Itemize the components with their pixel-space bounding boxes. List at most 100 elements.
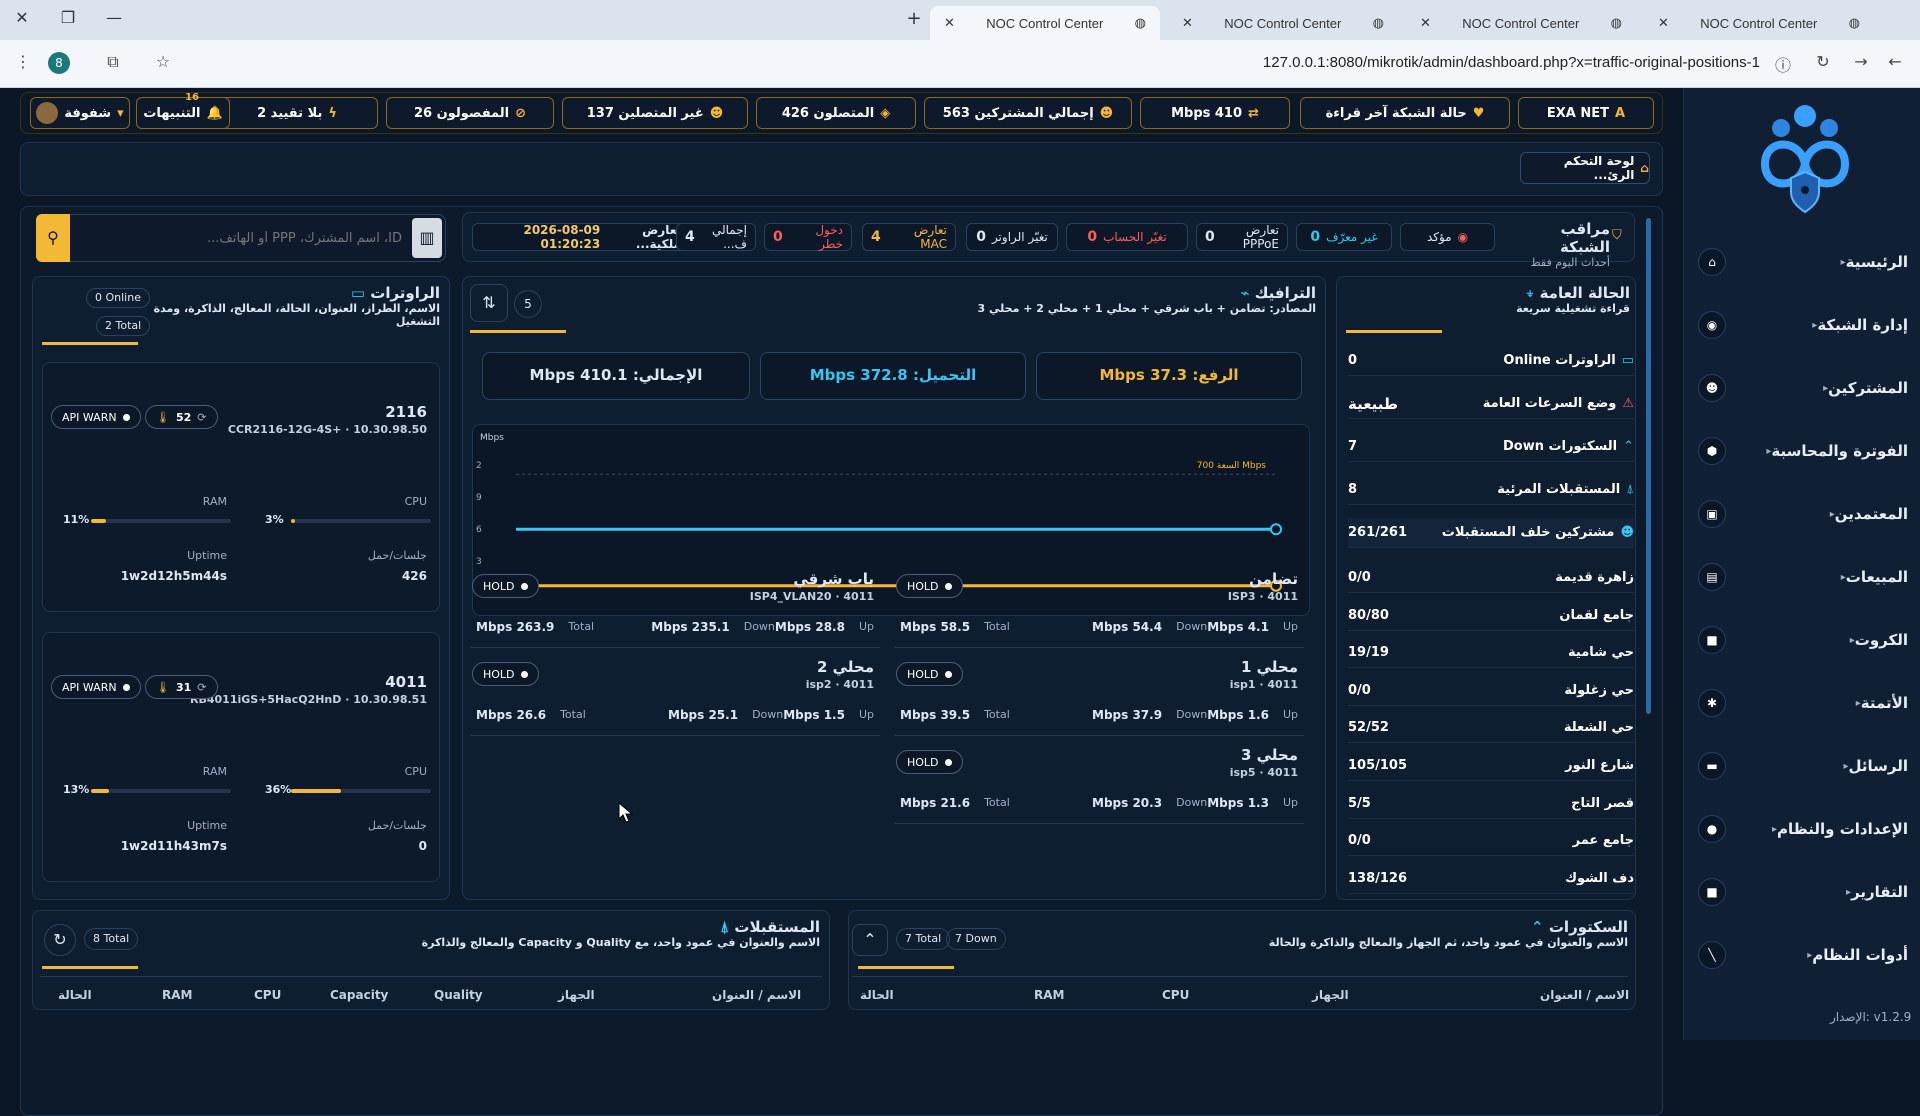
content-scrollbar[interactable] — [1646, 218, 1651, 714]
monitor-stat-chip[interactable]: تغيّر الحساب 0 — [1066, 223, 1188, 251]
monitor-confirmed-chip[interactable]: ◉ مؤكد — [1400, 223, 1495, 251]
sectors-column-header[interactable]: الجهاز — [1312, 988, 1349, 1002]
sidebar-item[interactable]: إدارة الشبكة ▸ ◉ — [1698, 305, 1908, 345]
monitor-stat-chip[interactable]: تعارض MAC 4 — [862, 223, 956, 251]
browser-tab-active[interactable]: ✕ NOC Control Center ◍ — [930, 6, 1160, 40]
uptime-label: Uptime — [187, 819, 227, 832]
last-event-chip[interactable]: تعارض ملكية... 2026-08-09 01:20:23 — [472, 223, 690, 251]
extension-badge[interactable]: 8 — [48, 52, 70, 74]
sidebar-item[interactable]: الرسائل ▸ ▬ — [1698, 746, 1908, 786]
search-icon[interactable]: ⚲ — [36, 214, 70, 262]
sidebar-item[interactable]: المشتركين ▸ ☻ — [1698, 368, 1908, 408]
sidebar-item[interactable]: الرئيسية ▸ ⌂ — [1698, 242, 1908, 282]
upload-label: الرفع: — [1192, 366, 1239, 384]
browser-tab[interactable]: ✕ NOC Control Center ◍ — [1168, 6, 1398, 40]
topbar-pill[interactable]: ◈ المتصلون 426 — [756, 97, 916, 129]
sector-icon: ⌃ — [1531, 918, 1544, 936]
sidebar-item[interactable]: المعتمدين ▸ ▣ — [1698, 494, 1908, 534]
router-card[interactable]: 4011 RB4011iGS+5HacQ2HnD · 10.30.98.51 API… — [42, 632, 440, 882]
traffic-source-card[interactable]: محلي 1 isp1 · 4011 HOLD Up 1.6 Mbps Down 37.9 … — [894, 656, 1304, 736]
restore-window-icon[interactable]: ❐ — [56, 8, 80, 27]
sort-toggle-icon[interactable]: ⇅ — [470, 284, 508, 322]
source-sub: isp2 · 4011 — [805, 678, 874, 691]
sectors-column-header[interactable]: الحالة — [860, 988, 894, 1002]
sidebar-item[interactable]: التقارير ▸ ■ — [1698, 872, 1908, 912]
browser-tab[interactable]: ✕ NOC Control Center ◍ — [1406, 6, 1636, 40]
sidebar-item[interactable]: أدوات النظام ▸ ╲ — [1698, 935, 1908, 975]
search-input[interactable] — [72, 218, 402, 258]
sectors-desc: الاسم والعنوان في عمود واحد، ثم الجهاز و… — [1268, 936, 1628, 949]
topbar-pill[interactable]: ϟ بلا تقييد 2 — [216, 97, 378, 129]
router-card[interactable]: 2116 CCR2116-12G-4S+ · 10.30.98.50 API WAR… — [42, 362, 440, 612]
sectors-column-header[interactable]: الاسم / العنوان — [1540, 988, 1629, 1002]
new-tab-icon[interactable]: + — [902, 8, 926, 29]
topbar-pill[interactable]: 🔔 التنبيهات 16 — [136, 92, 230, 129]
monitor-stat-chip[interactable]: إجمالي ف... 4 — [676, 223, 756, 251]
monitor-chip-value: 0 — [1205, 229, 1215, 245]
traffic-source-card[interactable]: باب شرقي ISP4_VLAN20 · 4011 HOLD Up 28.8 Mbp… — [470, 568, 880, 648]
general-row-icon: ⌃ — [1623, 439, 1634, 454]
monitor-stat-chip[interactable]: تعارض PPPoE 0 — [1196, 223, 1288, 251]
receivers-column-header[interactable]: Quality — [434, 988, 483, 1002]
sidebar-item[interactable]: الإعدادات والنظام ▸ ● — [1698, 809, 1908, 849]
monitor-stat-chip[interactable]: غير معرّف 0 — [1296, 223, 1392, 251]
minimize-window-icon[interactable]: — — [102, 8, 126, 27]
topbar-pill[interactable]: ▾ شفوفة — [30, 97, 130, 129]
forward-icon[interactable]: → — [1850, 52, 1872, 71]
sectors-column-header[interactable]: CPU — [1162, 988, 1189, 1002]
topbar-pill[interactable]: ☻ إجمالي المشتركين 563 — [924, 97, 1132, 129]
traffic-source-card[interactable]: تضامن ISP3 · 4011 HOLD Up 4.1 Mbps Down 54.4 M… — [894, 568, 1304, 648]
menu-kebab-icon[interactable]: ⋮ — [12, 52, 34, 71]
close-window-icon[interactable]: ✕ — [10, 8, 34, 27]
total-rate-value: 26.6 Mbps — [476, 708, 547, 722]
receivers-column-header[interactable]: الاسم / العنوان — [712, 988, 801, 1002]
source-sub: isp5 · 4011 — [1229, 766, 1298, 779]
close-tab-icon[interactable]: ✕ — [1182, 15, 1193, 31]
general-row-label: جامع لقمان — [1559, 607, 1634, 623]
sessions-label: جلسات/حمل — [367, 819, 427, 832]
sidebar-item[interactable]: الفوترة والمحاسبة ▸ ⬢ — [1698, 431, 1908, 471]
general-row-icon: ☻ — [1620, 525, 1634, 540]
topbar-pill[interactable]: ♥ حالة الشبكة آخر قراءة — [1300, 97, 1510, 129]
monitor-chip-value: 4 — [871, 229, 881, 245]
browser-tab[interactable]: ✕ NOC Control Center ◍ — [1644, 6, 1874, 40]
close-tab-icon[interactable]: ✕ — [944, 15, 955, 31]
sectors-column-header[interactable]: RAM — [1034, 988, 1064, 1002]
receivers-column-header[interactable]: CPU — [254, 988, 281, 1002]
site-info-icon[interactable]: ⓘ — [1772, 52, 1794, 76]
sidebar-item[interactable]: الأتمتة ▸ ✱ — [1698, 683, 1908, 723]
close-tab-icon[interactable]: ✕ — [1658, 15, 1669, 31]
barcode-scan-icon[interactable]: ▥ — [412, 218, 442, 258]
receivers-column-header[interactable]: الجهاز — [558, 988, 595, 1002]
monitor-stat-chip[interactable]: دخول خطر 0 — [764, 223, 852, 251]
traffic-source-card[interactable]: محلي 2 isp2 · 4011 HOLD Up 1.5 Mbps Down 25.1 … — [470, 656, 880, 736]
topbar-label: شفوفة — [64, 105, 112, 121]
monitor-stat-chip[interactable]: تغيّر الراوتر 0 — [966, 223, 1058, 251]
sectors-collapse-icon[interactable]: ⌃ — [852, 924, 888, 956]
topbar-pill[interactable]: ☻ غير المتصلين 137 — [562, 97, 748, 129]
refresh-icon[interactable]: ↻ — [44, 924, 76, 956]
topbar-pill[interactable]: ⇄ Mbps 410 — [1140, 97, 1290, 129]
back-icon[interactable]: ← — [1884, 52, 1906, 71]
caret-icon: ▸ — [1807, 949, 1813, 961]
bookmark-star-icon[interactable]: ☆ — [152, 52, 174, 71]
receivers-column-header[interactable]: الحالة — [58, 988, 92, 1002]
topbar-pill[interactable]: A EXA NET — [1518, 97, 1654, 129]
dashboard-home-chip[interactable]: ⌂ لوحة التحكم الرئ... — [1520, 152, 1650, 184]
sidebar-item[interactable]: المبيعات ▸ ▤ — [1698, 557, 1908, 597]
general-row-label: مشتركين خلف المستقبلات — [1441, 525, 1615, 540]
receivers-column-header[interactable]: Capacity — [330, 988, 388, 1002]
url-text[interactable]: 127.0.0.1:8080/mikrotik/admin/dashboard.… — [1263, 54, 1760, 71]
sidebar-item[interactable]: الكروت ▸ ■ — [1698, 620, 1908, 660]
receivers-header: المستقبلات ⍋ الاسم والعنوان في عمود واحد… — [200, 918, 820, 949]
reload-icon[interactable]: ↻ — [1812, 52, 1834, 71]
shield-icon: ⛉ — [1612, 228, 1622, 243]
close-tab-icon[interactable]: ✕ — [1420, 15, 1431, 31]
extensions-icon[interactable]: ⧉ — [102, 52, 124, 72]
topbar-pill[interactable]: ⊘ المفصولون 26 — [386, 97, 554, 129]
traffic-source-card[interactable]: محلي 3 isp5 · 4011 HOLD Up 1.3 Mbps Down 20.3 … — [894, 744, 1304, 824]
sidebar-item-label: أدوات النظام — [1812, 946, 1908, 964]
rate-value: 1.5 Mbps — [783, 708, 845, 722]
sidebar-item-icon: ☻ — [1698, 374, 1726, 402]
receivers-column-header[interactable]: RAM — [162, 988, 192, 1002]
